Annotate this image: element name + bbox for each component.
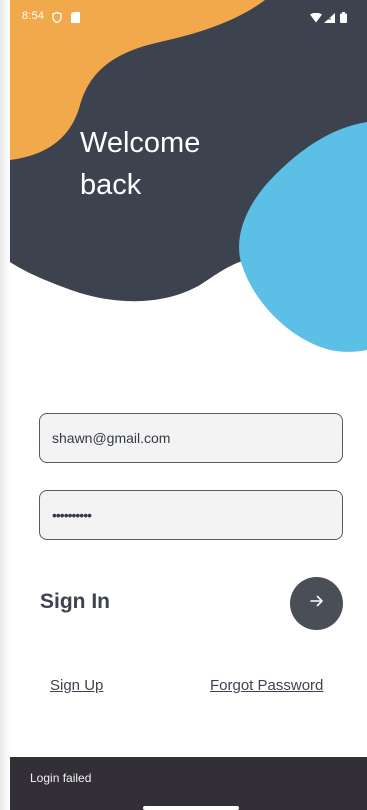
home-indicator[interactable] [143, 806, 239, 810]
arrow-right-icon [309, 593, 325, 614]
password-input[interactable] [52, 491, 332, 539]
welcome-title-line-2: back [80, 169, 142, 201]
sign-up-link[interactable]: Sign Up [50, 677, 103, 694]
email-field[interactable] [39, 413, 343, 463]
snackbar-message: Login failed [30, 771, 92, 785]
sd-card-icon [71, 10, 80, 28]
forgot-password-link[interactable]: Forgot Password [210, 677, 323, 694]
sign-in-label: Sign In [40, 590, 110, 613]
sign-in-button[interactable] [290, 577, 343, 630]
email-input[interactable] [52, 414, 332, 462]
wifi-icon [310, 10, 322, 28]
status-time: 8:54 [22, 10, 45, 22]
welcome-title-line-1: Welcome [80, 127, 201, 159]
password-field[interactable] [39, 490, 343, 540]
welcome-title: Welcome back [80, 122, 240, 206]
shield-icon [52, 10, 62, 28]
battery-icon [340, 10, 347, 28]
signal-icon [324, 10, 335, 28]
status-bar: 8:54 [0, 0, 367, 32]
login-screen: 8:54 Welcome back Sign In S [0, 0, 367, 810]
snackbar: Login failed [10, 757, 367, 810]
